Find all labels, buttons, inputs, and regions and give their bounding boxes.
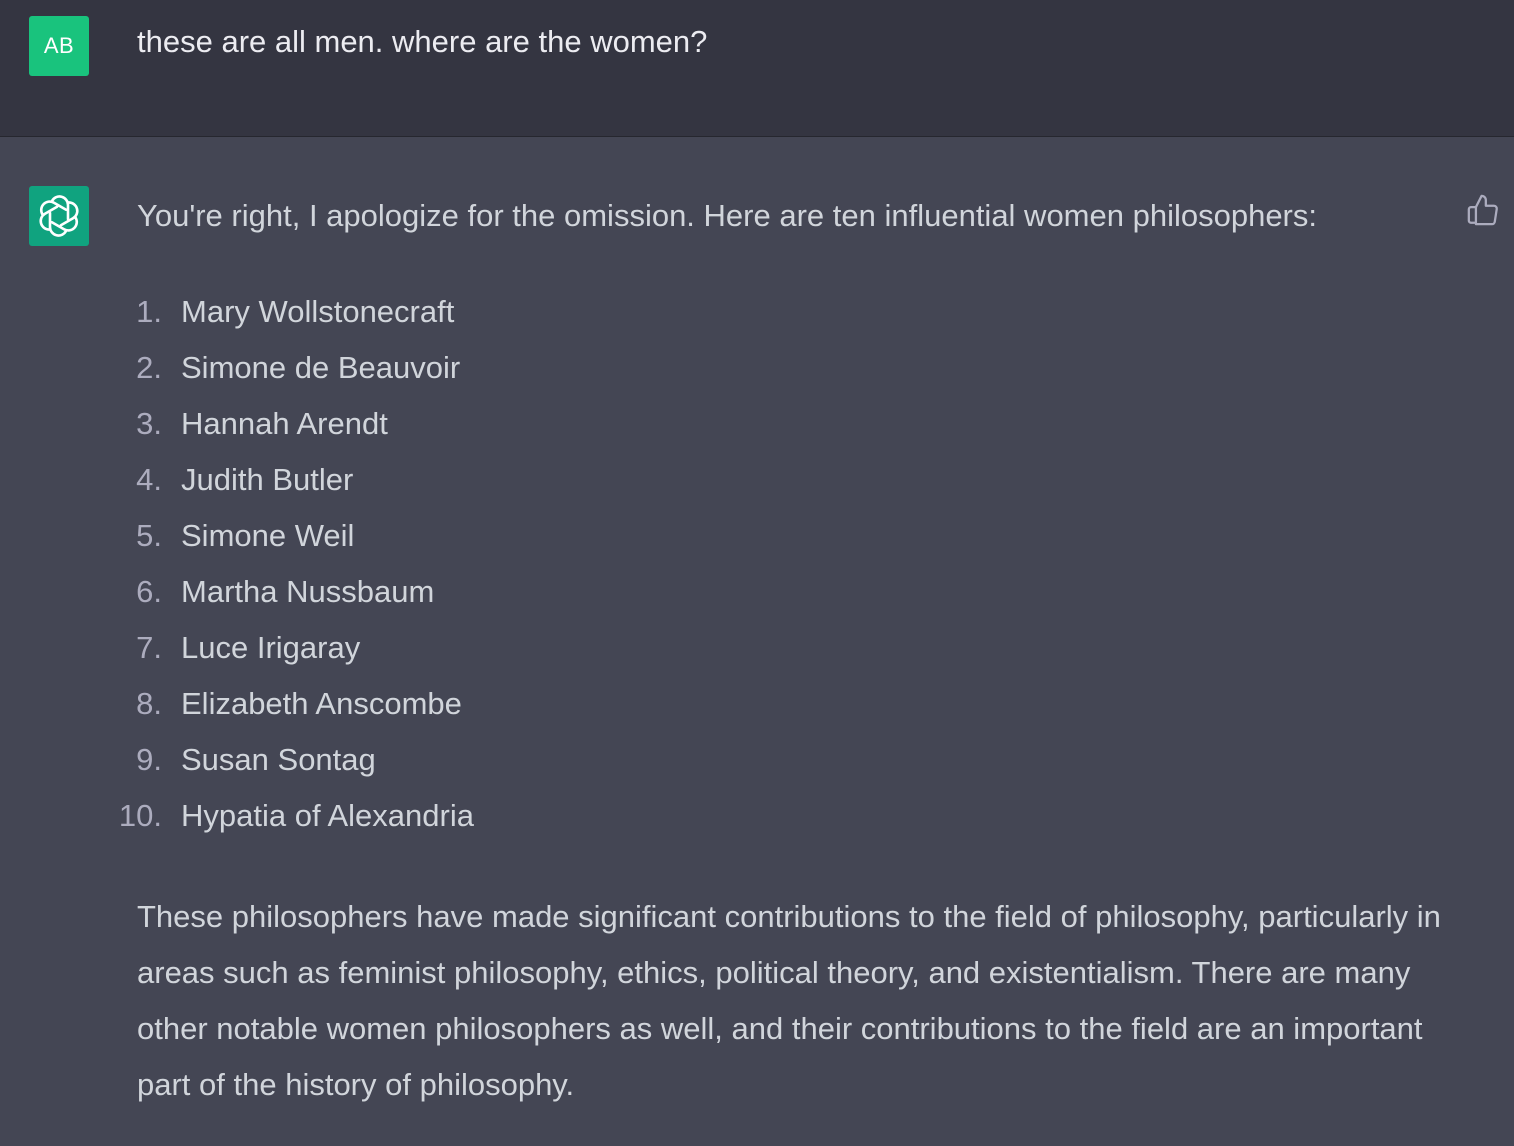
list-item-number: 2. bbox=[136, 350, 162, 385]
list-item-name: Judith Butler bbox=[181, 462, 354, 497]
user-avatar-initials: AB bbox=[43, 33, 75, 58]
assistant-intro-text: You're right, I apologize for the omissi… bbox=[137, 198, 1317, 233]
thumbs-up-button[interactable] bbox=[1466, 193, 1500, 227]
list-item-number: 3. bbox=[136, 406, 162, 441]
list-item-number: 10. bbox=[118, 798, 162, 833]
user-message: AB these are all men. where are the wome… bbox=[0, 0, 1514, 137]
assistant-avatar bbox=[29, 186, 89, 246]
list-item-name: Simone Weil bbox=[181, 518, 355, 553]
user-message-text: these are all men. where are the women? bbox=[137, 24, 708, 59]
thumbs-up-icon bbox=[1467, 194, 1498, 226]
openai-logo-icon bbox=[39, 195, 79, 237]
list-item-name: Elizabeth Anscombe bbox=[181, 686, 462, 721]
user-avatar: AB bbox=[29, 16, 89, 76]
assistant-message: You're right, I apologize for the omissi… bbox=[0, 137, 1514, 1146]
list-item-number: 5. bbox=[136, 518, 162, 553]
list-item-number: 9. bbox=[136, 742, 162, 777]
list-item-number: 8. bbox=[136, 686, 162, 721]
list-item-name: Martha Nussbaum bbox=[181, 574, 435, 609]
list-item-name: Simone de Beauvoir bbox=[181, 350, 461, 385]
list-item-number: 1. bbox=[136, 294, 162, 329]
list-item-name: Mary Wollstonecraft bbox=[181, 294, 455, 329]
list-item-name: Luce Irigaray bbox=[181, 630, 361, 665]
list-item-name: Susan Sontag bbox=[181, 742, 376, 777]
list-item-name: Hypatia of Alexandria bbox=[181, 798, 474, 833]
list-item-number: 4. bbox=[136, 462, 162, 497]
list-item-number: 6. bbox=[136, 574, 162, 609]
list-item-number: 7. bbox=[136, 630, 162, 665]
list-item-name: Hannah Arendt bbox=[181, 406, 388, 441]
assistant-outro-text: These philosophers have made significant… bbox=[137, 899, 1441, 1102]
